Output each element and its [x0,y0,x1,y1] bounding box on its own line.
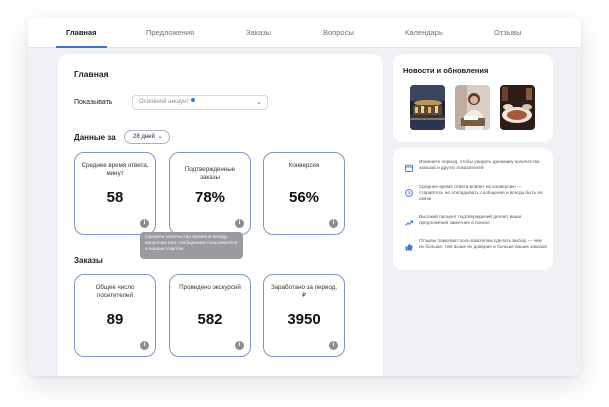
top-navigation: Главная Предложения Заказы Вопросы Кален… [28,18,581,48]
news-thumbnail-food[interactable] [500,85,535,130]
tip-item: Среднее время ответа влияет на конверсию… [405,184,545,202]
order-card-earned: Заработано за период, ₽ 3950 i [263,274,345,357]
stat-value: 78% [194,189,226,206]
calendar-icon [405,159,413,172]
tip-text: Среднее время ответа влияет на конверсию… [419,184,543,202]
stat-value: 58 [106,189,124,206]
chevron-down-icon: ⌄ [256,99,262,106]
period-select-value: 28 дней [133,134,155,140]
stat-label: Конверсия [288,162,320,169]
order-label: Проведено экскурсий [179,284,241,291]
tab-home[interactable]: Главная [56,18,106,48]
tab-questions[interactable]: Вопросы [323,18,354,48]
news-thumbnail-city[interactable] [410,85,445,130]
stat-label: Среднее время ответа, минут [81,162,149,177]
news-title: Новости и обновления [403,66,489,75]
tab-offers[interactable]: Предложения [146,18,194,48]
order-label: Общее число посетителей [95,284,135,299]
orders-section-title: Заказы [74,256,103,265]
tab-calendar[interactable]: Календарь [405,18,443,48]
account-select[interactable]: Основной аккаунт ⌄ [132,95,268,110]
info-icon[interactable]: i [329,219,338,228]
order-label: Заработано за период, ₽ [270,284,337,299]
thumbs-up-icon [405,238,413,251]
stat-card-response-time: Среднее время ответа, минут 58 i [74,152,156,235]
tab-orders[interactable]: Заказы [246,18,271,48]
info-icon[interactable]: i [235,219,244,228]
chevron-down-icon: ⌄ [157,133,163,140]
stat-value: 56% [288,189,320,206]
show-label: Показывать [74,99,113,106]
tip-text: Высокий процент подтверждений делает ваш… [419,214,522,226]
tip-item: Отзывы помогают пользователям сделать вы… [405,238,547,258]
info-icon[interactable]: i [140,341,149,350]
order-value: 89 [106,311,124,328]
trend-up-icon [405,214,413,226]
order-value: 3950 [287,311,321,328]
stat-card-conversion: Конверсия 56% i [263,152,345,235]
order-card-visitors: Общее число посетителей 89 i [74,274,156,357]
tip-text: Отзывы помогают пользователям сделать вы… [419,238,547,250]
account-dot-icon [191,98,196,102]
order-card-tours: Проведено экскурсий 582 i [169,274,251,357]
page-title: Главная [74,69,109,79]
stat-card-confirmed-orders: Подтвержденные заказы 78% i [169,152,251,235]
period-select[interactable]: 28 дней ⌄ [124,130,170,144]
tip-text: Измените период, чтобы увидеть динамику … [419,159,540,171]
data-period-label: Данные за [74,133,116,142]
stat-label: Подтвержденные заказы [184,166,236,181]
info-icon[interactable]: i [329,341,338,350]
info-icon[interactable]: i [140,219,149,228]
order-value: 582 [197,311,223,328]
news-thumbnail-person[interactable] [455,85,490,130]
account-select-value: Основной аккаунт [139,99,190,105]
clock-icon [405,184,413,197]
response-time-tooltip: Среднее количество времени между вопросо… [140,232,243,259]
tab-reviews[interactable]: Отзывы [494,18,521,48]
info-icon[interactable]: i [235,341,244,350]
tip-item: Высокий процент подтверждений делает ваш… [405,214,545,230]
tip-item: Измените период, чтобы увидеть динамику … [405,159,545,175]
